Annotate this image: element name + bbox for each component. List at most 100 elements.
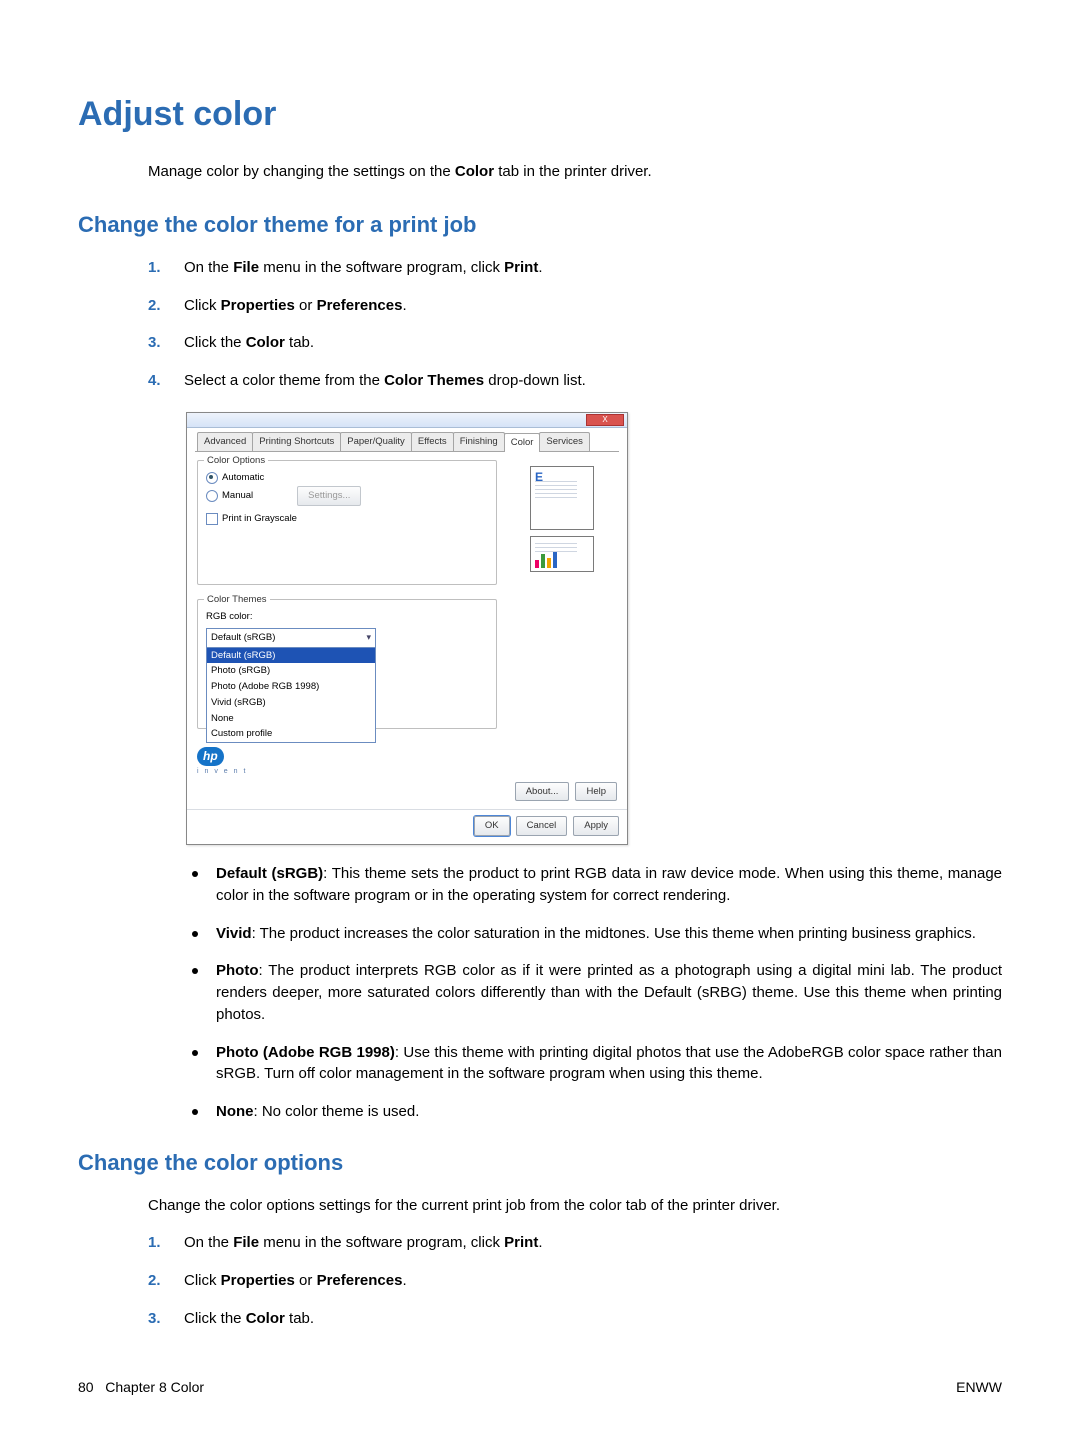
select-option[interactable]: Photo (Adobe RGB 1998) [207, 679, 375, 695]
text-bold: Color [455, 163, 494, 180]
tab-strip: Advanced Printing Shortcuts Paper/Qualit… [195, 432, 619, 452]
text: menu in the software program, click [259, 1234, 504, 1251]
list-item: Photo: The product interprets RGB color … [186, 960, 1002, 1025]
close-icon[interactable]: X [586, 414, 624, 426]
rgb-color-label: RGB color: [206, 610, 488, 624]
text: . [538, 1234, 542, 1251]
apply-button[interactable]: Apply [573, 816, 619, 836]
step-item: 2. Click Properties or Preferences. [148, 295, 1002, 317]
checkbox-label: Print in Grayscale [222, 512, 297, 526]
select-value: Default (sRGB) [211, 631, 275, 645]
text-bold: File [233, 1234, 259, 1251]
tab-color[interactable]: Color [504, 433, 541, 452]
group-legend: Color Themes [204, 593, 270, 607]
intro-paragraph: Manage color by changing the settings on… [78, 161, 1002, 183]
text: tab in the printer driver. [494, 163, 652, 180]
footer-brand: ENWW [956, 1377, 1002, 1397]
text-bold: Preferences [317, 297, 403, 314]
text-bold: Photo (Adobe RGB 1998) [216, 1044, 395, 1061]
radio-label: Automatic [222, 471, 264, 485]
tab-advanced[interactable]: Advanced [197, 432, 253, 451]
step-number: 3. [148, 332, 176, 354]
dialog-primary-buttons: OK Cancel Apply [187, 809, 627, 844]
preview-column: E [507, 460, 617, 778]
text-bold: Color [246, 334, 285, 351]
radio-icon[interactable] [206, 490, 218, 502]
select-option[interactable]: Default (sRGB) [207, 648, 375, 664]
step-number: 3. [148, 1308, 176, 1330]
text-bold: Default (sRGB) [216, 865, 323, 882]
text: Click [184, 1272, 221, 1289]
tab-effects[interactable]: Effects [411, 432, 454, 451]
checkbox-icon[interactable] [206, 513, 218, 525]
tab-printing-shortcuts[interactable]: Printing Shortcuts [252, 432, 341, 451]
tab-services[interactable]: Services [539, 432, 589, 451]
page-preview: E [530, 466, 594, 572]
page-title: Adjust color [78, 90, 1002, 139]
cancel-button[interactable]: Cancel [516, 816, 568, 836]
step-item: 2. Click Properties or Preferences. [148, 1270, 1002, 1292]
text-bold: Color [246, 1310, 285, 1327]
text: : This theme sets the product to print R… [216, 865, 1002, 904]
step-item: 1. On the File menu in the software prog… [148, 257, 1002, 279]
tab-panel-color: Color Options Automatic Manual Settings.… [195, 452, 619, 804]
text-bold: Photo [216, 962, 259, 979]
hp-branding: hp i n v e n t [197, 743, 497, 778]
radio-automatic-row[interactable]: Automatic [206, 471, 488, 485]
list-item: None: No color theme is used. [186, 1101, 1002, 1123]
dialog-secondary-buttons: About... Help [197, 782, 617, 802]
dialog-titlebar: X [187, 413, 627, 428]
steps-list: 1. On the File menu in the software prog… [78, 1232, 1002, 1329]
text-bold: Preferences [317, 1272, 403, 1289]
step-number: 2. [148, 1270, 176, 1292]
text-bold: Vivid [216, 925, 252, 942]
text: tab. [285, 334, 314, 351]
radio-manual-row[interactable]: Manual Settings... [206, 486, 488, 506]
section-heading: Change the color theme for a print job [78, 209, 1002, 241]
text: Click [184, 297, 221, 314]
text: . [538, 259, 542, 276]
text: . [402, 1272, 406, 1289]
select-head[interactable]: Default (sRGB) ▾ [206, 628, 376, 648]
page-footer: 80 Chapter 8 Color ENWW [78, 1377, 1002, 1397]
step-number: 1. [148, 257, 176, 279]
select-listbox: Default (sRGB) Photo (sRGB) Photo (Adobe… [206, 648, 376, 744]
text: Click the [184, 334, 246, 351]
step-number: 4. [148, 370, 176, 392]
preview-letter: E [535, 469, 543, 486]
text-bold: Properties [221, 297, 295, 314]
text: or [295, 1272, 317, 1289]
text: . [402, 297, 406, 314]
rgb-color-select[interactable]: Default (sRGB) ▾ Default (sRGB) Photo (s… [206, 628, 376, 743]
text: Select a color theme from the [184, 372, 384, 389]
select-option[interactable]: Vivid (sRGB) [207, 695, 375, 711]
section-paragraph: Change the color options settings for th… [78, 1195, 1002, 1217]
text: Manage color by changing the settings on… [148, 163, 455, 180]
tab-finishing[interactable]: Finishing [453, 432, 505, 451]
hp-tagline: i n v e n t [197, 767, 497, 777]
theme-descriptions: Default (sRGB): This theme sets the prod… [78, 863, 1002, 1123]
text-bold: Color Themes [384, 372, 484, 389]
section-heading: Change the color options [78, 1147, 1002, 1179]
settings-button[interactable]: Settings... [297, 486, 361, 506]
tab-paper-quality[interactable]: Paper/Quality [340, 432, 412, 451]
group-legend: Color Options [204, 454, 268, 468]
radio-icon[interactable] [206, 472, 218, 484]
checkbox-grayscale-row[interactable]: Print in Grayscale [206, 512, 488, 526]
preview-chart-icon [530, 536, 594, 572]
text: menu in the software program, click [259, 259, 504, 276]
about-button[interactable]: About... [515, 782, 570, 802]
select-option[interactable]: Custom profile [207, 726, 375, 742]
text: : No color theme is used. [254, 1103, 420, 1120]
help-button[interactable]: Help [575, 782, 617, 802]
step-item: 3. Click the Color tab. [148, 332, 1002, 354]
group-color-themes: Color Themes RGB color: Default (sRGB) ▾… [197, 599, 497, 729]
chevron-down-icon: ▾ [366, 631, 371, 644]
text: On the [184, 259, 233, 276]
step-item: 4. Select a color theme from the Color T… [148, 370, 1002, 392]
text: or [295, 297, 317, 314]
text-bold: Properties [221, 1272, 295, 1289]
select-option[interactable]: Photo (sRGB) [207, 663, 375, 679]
ok-button[interactable]: OK [474, 816, 510, 836]
select-option[interactable]: None [207, 711, 375, 727]
